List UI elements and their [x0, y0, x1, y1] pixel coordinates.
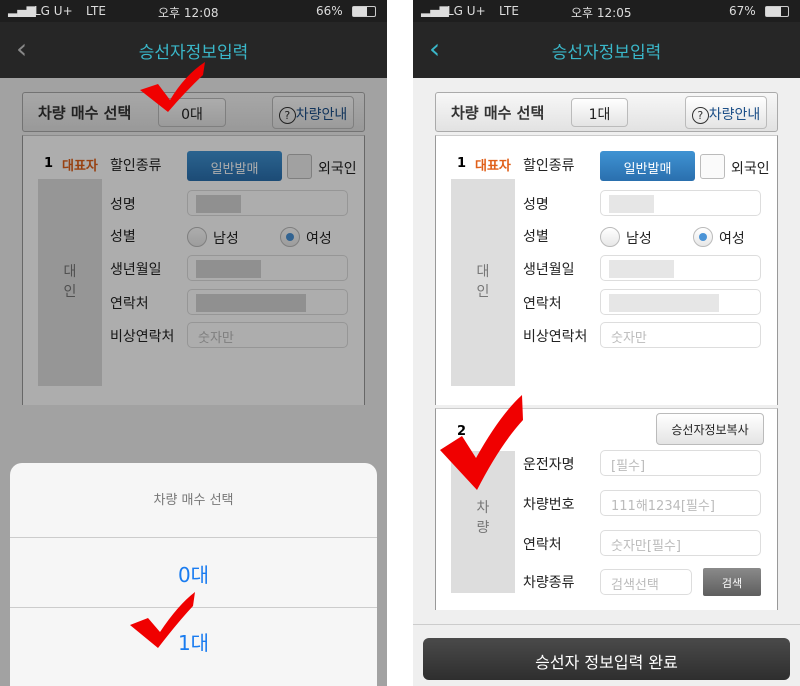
annotation-layer	[130, 62, 523, 648]
checkmark-icon	[140, 62, 205, 112]
checkmark-icon	[440, 395, 523, 490]
checkmark-icon	[130, 592, 195, 648]
